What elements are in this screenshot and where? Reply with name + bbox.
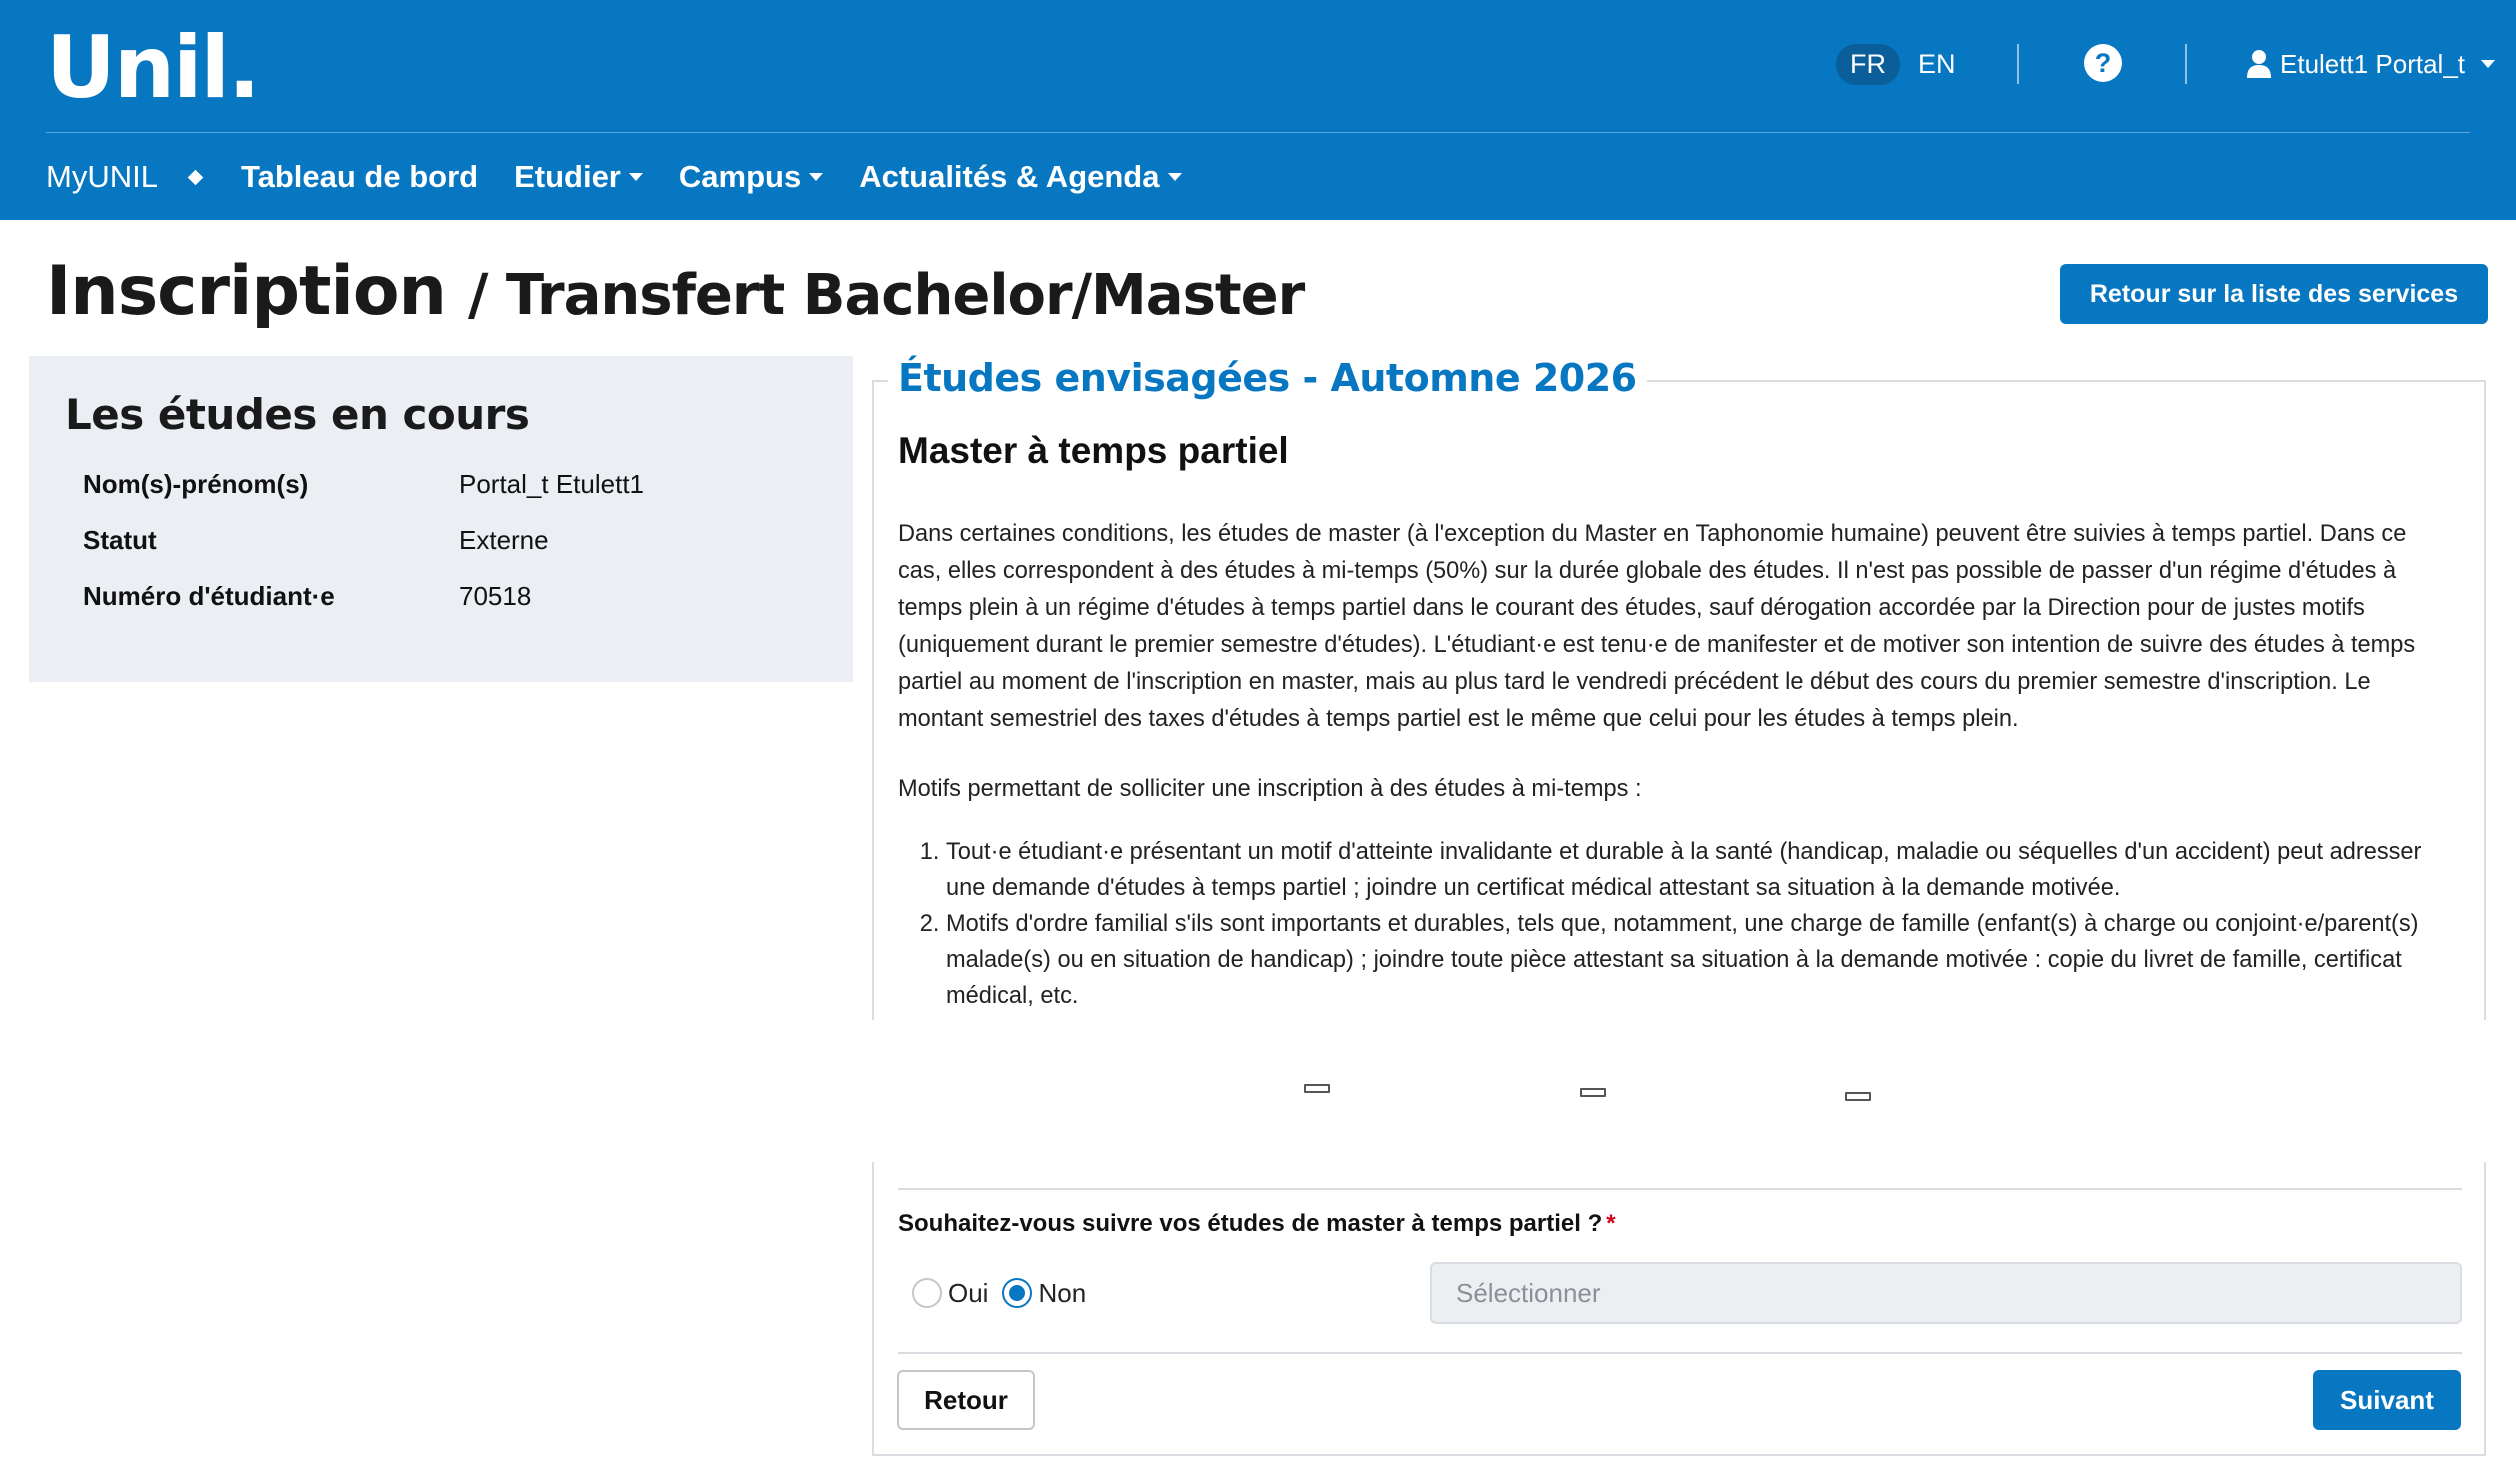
divider (898, 1188, 2462, 1190)
info-row-name: Nom(s)-prénom(s) Portal_t Etulett1 (83, 464, 823, 504)
current-studies-heading: Les études en cours (65, 390, 530, 439)
info-label: Numéro d'étudiant·e (83, 580, 335, 611)
info-label: Statut (83, 524, 157, 555)
planned-studies-legend: Études envisagées - Automne 2026 (888, 356, 1647, 400)
info-value: Portal_t Etulett1 (459, 468, 644, 499)
radio-label-non[interactable]: Non (1038, 1278, 1086, 1309)
nav-etudier[interactable]: Etudier (514, 159, 643, 195)
logo-dot: . (228, 18, 261, 118)
nav-item-label: Campus (678, 159, 802, 194)
user-name: Etulett1 Portal_t (2280, 48, 2465, 79)
radio-label-oui[interactable]: Oui (948, 1278, 988, 1309)
current-studies-card: Les études en cours Nom(s)-prénom(s) Por… (29, 356, 853, 682)
nav-item-label: Etudier (514, 159, 621, 194)
header-divider (2185, 44, 2187, 84)
motifs-title: Motifs permettant de solliciter une insc… (898, 776, 1642, 802)
lang-en-button[interactable]: EN (1914, 44, 1960, 85)
loading-indicator (1845, 1092, 1871, 1101)
header-divider-line (46, 132, 2470, 133)
radio-non[interactable] (1002, 1278, 1033, 1308)
loading-indicator (1580, 1088, 1606, 1097)
logo-text: Unil (46, 18, 230, 118)
chevron-down-icon (2481, 60, 2495, 68)
intro-paragraph: Dans certaines conditions, les études de… (898, 521, 2416, 732)
reason-select[interactable]: Sélectionner (1430, 1262, 2462, 1324)
list-item: Tout·e étudiant·e présentant un motif d'… (946, 834, 2454, 906)
unil-logo[interactable]: Unil. (46, 18, 261, 118)
nav-myunil[interactable]: MyUNIL (46, 159, 158, 195)
next-button[interactable]: Suivant (2313, 1370, 2461, 1430)
user-menu[interactable]: Etulett1 Portal_t (2246, 44, 2495, 84)
section-title: Master à temps partiel (898, 430, 1289, 471)
diamond-icon (187, 169, 204, 185)
header-divider (2017, 44, 2019, 84)
info-value: 70518 (459, 580, 532, 611)
user-icon (2247, 50, 2271, 78)
nav-actualites-agenda[interactable]: Actualités & Agenda (859, 159, 1182, 195)
loading-indicator (1304, 1084, 1330, 1093)
nav-item-label: Actualités & Agenda (859, 159, 1160, 194)
fieldset-border (872, 380, 874, 1020)
chevron-down-icon (809, 173, 824, 181)
language-switch: FR EN (1836, 43, 1960, 85)
question-label: Souhaitez-vous suivre vos études de mast… (898, 1210, 1603, 1237)
back-button[interactable]: Retour (897, 1370, 1035, 1430)
chevron-down-icon (1167, 173, 1182, 181)
part-time-question: Souhaitez-vous suivre vos études de mast… (898, 1210, 1616, 1238)
part-time-radio-group: Oui Non (912, 1274, 1100, 1312)
motifs-list: Tout·e étudiant·e présentant un motif d'… (898, 834, 2454, 1014)
chevron-down-icon (628, 173, 643, 181)
page-title-row: Inscription / Transfert Bachelor/Master (46, 252, 1305, 331)
back-to-services-button[interactable]: Retour sur la liste des services (2060, 264, 2488, 324)
radio-oui[interactable] (912, 1278, 942, 1308)
info-row-student-number: Numéro d'étudiant·e 70518 (83, 576, 823, 616)
list-item: Motifs d'ordre familial s'ils sont impor… (946, 906, 2454, 1014)
page-title: Inscription (46, 252, 447, 331)
select-placeholder: Sélectionner (1456, 1277, 1601, 1308)
page-subtitle: / Transfert Bachelor/Master (467, 263, 1305, 328)
info-row-status: Statut Externe (83, 520, 823, 560)
lang-fr-button[interactable]: FR (1836, 43, 1900, 85)
top-header: Unil. FR EN ? Etulett1 Portal_t MyUNIL T… (0, 0, 2516, 220)
info-label: Nom(s)-prénom(s) (83, 468, 309, 499)
help-icon[interactable]: ? (2084, 44, 2122, 82)
divider (898, 1352, 2462, 1354)
nav-item-label: Tableau de bord (240, 159, 479, 194)
nav-tableau-de-bord[interactable]: Tableau de bord (241, 159, 478, 195)
info-value: Externe (459, 524, 549, 555)
required-mark: * (1606, 1210, 1616, 1237)
nav-campus[interactable]: Campus (678, 159, 824, 195)
main-nav: MyUNIL Tableau de bord Etudier Campus Ac… (46, 152, 1218, 202)
